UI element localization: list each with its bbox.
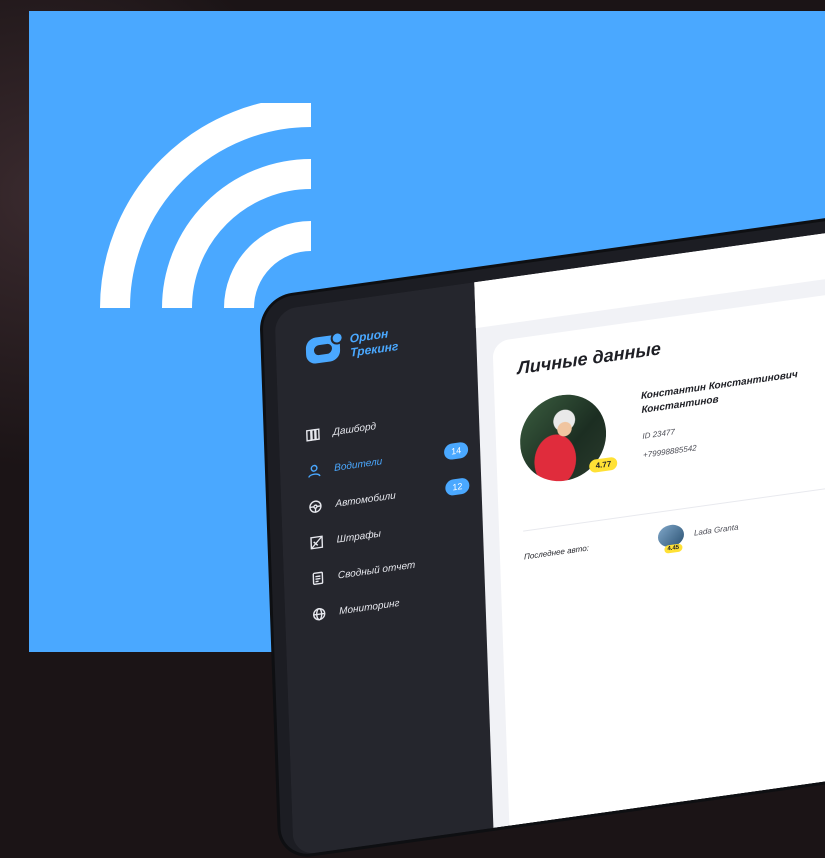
driver-info: Константин Константинович Константинов I…: [641, 356, 825, 460]
avatar-container: 4.77: [518, 389, 618, 487]
sidebar-item-label: Автомобили: [335, 489, 396, 510]
globe-icon: [311, 605, 328, 623]
sidebar-item-label: Штрафы: [336, 528, 382, 546]
fines-icon: [308, 533, 325, 551]
steering-wheel-icon: [307, 498, 324, 516]
app-logo[interactable]: Орион Трекинг: [305, 325, 399, 366]
last-car-link[interactable]: 4.45 Lada Granta: [657, 516, 739, 554]
app-window: Орион Трекинг Дашборд Водители 14 Автомо…: [274, 211, 825, 856]
car-name: Lada Granta: [693, 521, 739, 538]
laptop-screen-mockup: Орион Трекинг Дашборд Водители 14 Автомо…: [262, 199, 825, 858]
main-content: Личные данные 4.77 Константин Константин…: [474, 211, 825, 828]
sidebar: Орион Трекинг Дашборд Водители 14 Автомо…: [274, 282, 494, 856]
sidebar-item-label: Мониторинг: [339, 597, 400, 617]
car-rating-badge: 4.45: [664, 543, 683, 554]
last-car-row: Последнее авто: 4.45 Lada Granta: [524, 483, 825, 567]
drivers-count-badge: 14: [443, 441, 469, 461]
sidebar-item-label: Дашборд: [332, 420, 377, 438]
sidebar-item-label: Сводный отчет: [337, 559, 416, 582]
last-car-label: Последнее авто:: [523, 542, 590, 561]
report-icon: [310, 569, 327, 587]
logo-icon: [305, 334, 341, 365]
dashboard-icon: [305, 426, 322, 444]
sidebar-item-label: Водители: [333, 455, 383, 474]
cars-count-badge: 12: [445, 477, 470, 497]
wifi-signal-icon: [100, 103, 312, 309]
personal-data-card: Личные данные 4.77 Константин Константин…: [492, 272, 825, 826]
driver-rating-badge: 4.77: [589, 456, 618, 474]
sidebar-nav: Дашборд Водители 14 Автомобили 12 Штрафы…: [304, 395, 473, 633]
car-thumbnail: 4.45: [657, 523, 685, 554]
user-icon: [306, 462, 323, 480]
